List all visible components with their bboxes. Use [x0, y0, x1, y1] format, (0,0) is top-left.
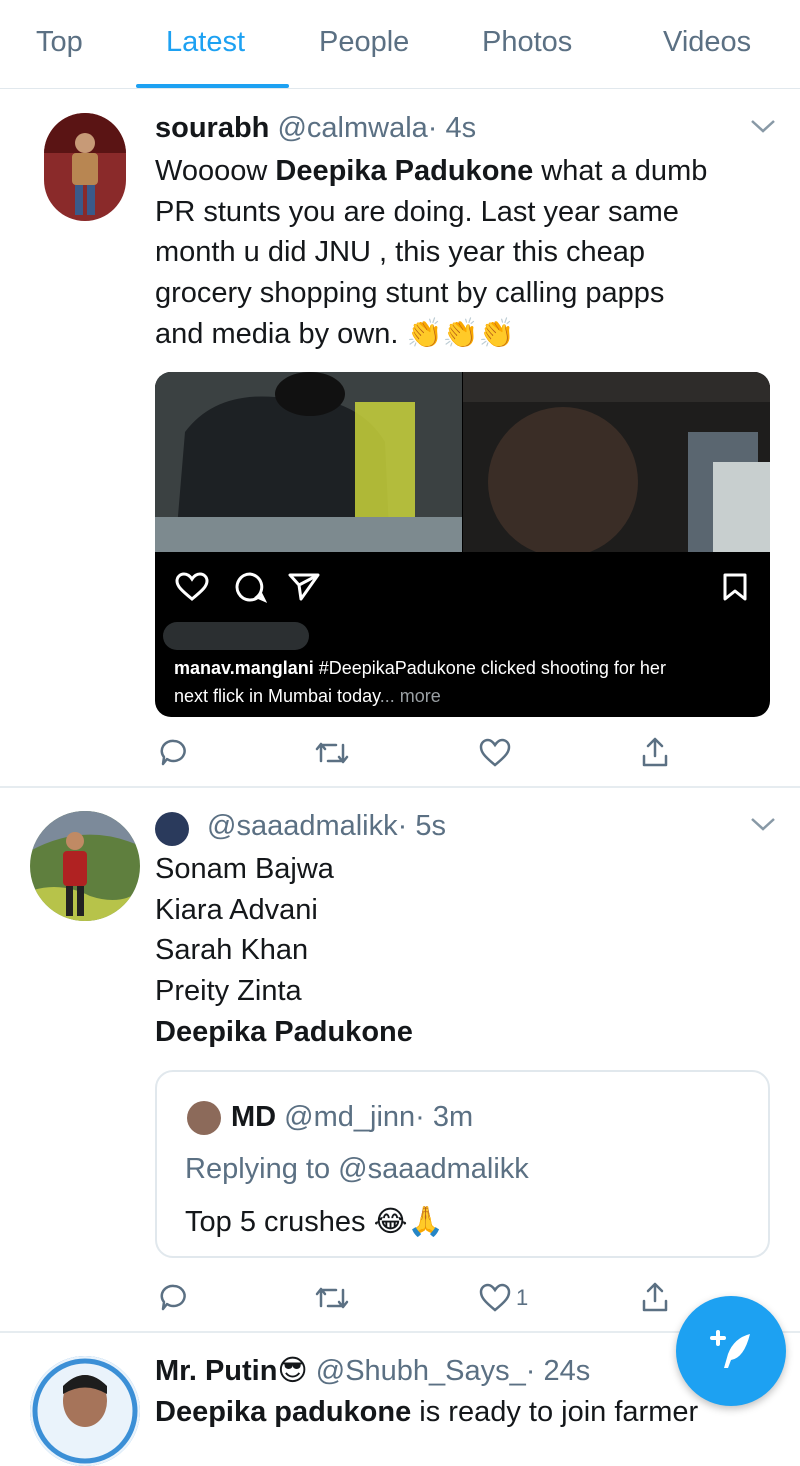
- tweet-time: · 4s: [427, 112, 477, 144]
- tab-videos[interactable]: Videos: [663, 26, 751, 59]
- embed-photo-left: [155, 372, 462, 552]
- share-icon[interactable]: [640, 1281, 670, 1313]
- tweet-divider: [0, 786, 800, 788]
- tab-top[interactable]: Top: [36, 26, 83, 59]
- tab-latest[interactable]: Latest: [166, 26, 245, 59]
- bookmark-icon[interactable]: [721, 572, 749, 602]
- like-count: 1: [516, 1285, 529, 1310]
- tweet-text-line: and media by own. 👏👏👏: [155, 318, 515, 350]
- redacted-bar: [163, 622, 309, 650]
- search-tabs: Top Latest People Photos Videos: [0, 0, 800, 89]
- quote-header: MD @md_jinn· 3m: [231, 1101, 473, 1134]
- send-icon[interactable]: [287, 572, 321, 602]
- retweet-icon[interactable]: [314, 739, 350, 767]
- author-handle[interactable]: @Shubh_Says_: [316, 1355, 526, 1387]
- tweet-text-line: month u did JNU , this year this cheap: [155, 236, 646, 268]
- chevron-down-icon[interactable]: [750, 816, 776, 832]
- chevron-down-icon[interactable]: [750, 118, 776, 134]
- tweet-time: · 3m: [415, 1101, 474, 1133]
- compose-tweet-icon: [710, 1330, 750, 1368]
- tweet-text-line: Deepika Padukone: [155, 1016, 413, 1048]
- media-embed[interactable]: manav.manglani #DeepikaPadukone clicked …: [155, 372, 770, 717]
- author-name[interactable]: Mr. Putin😎: [155, 1355, 308, 1387]
- tweet-time: · 5s: [397, 810, 446, 842]
- tweet-text-line: Kiara Advani: [155, 894, 318, 926]
- tweet-text-line: Sarah Khan: [155, 934, 309, 966]
- tweet-header: sourabh @calmwala· 4s: [155, 112, 476, 145]
- avatar: [187, 1101, 221, 1135]
- author-handle[interactable]: @calmwala: [277, 112, 427, 144]
- tweet-text-line: Deepika padukone is ready to join farmer: [155, 1396, 699, 1428]
- share-icon[interactable]: [640, 736, 670, 768]
- heart-icon[interactable]: [175, 572, 209, 602]
- tweet-header: Mr. Putin😎 @Shubh_Says_· 24s: [155, 1353, 590, 1388]
- tweet-text-line: grocery shopping stunt by calling papps: [155, 277, 665, 309]
- avatar[interactable]: [30, 1356, 140, 1466]
- reply-icon[interactable]: [159, 737, 189, 767]
- retweet-icon[interactable]: [314, 1284, 350, 1312]
- comment-icon[interactable]: [233, 571, 267, 603]
- tweet-text-line: Preity Zinta: [155, 975, 302, 1007]
- name-emoji-icon: [155, 812, 189, 846]
- quote-text: Top 5 crushes 😂🙏: [185, 1206, 444, 1238]
- avatar[interactable]: [44, 113, 126, 221]
- embed-caption-user: manav.manglani: [174, 658, 314, 678]
- heart-icon[interactable]: [479, 738, 511, 768]
- mention-highlight: Deepika Padukone: [275, 155, 534, 187]
- mention-highlight: Deepika padukone: [155, 1396, 412, 1428]
- embed-more-link: ... more: [379, 686, 441, 706]
- author-name[interactable]: sourabh: [155, 112, 269, 144]
- embed-caption: manav.manglani #DeepikaPadukone clicked …: [174, 658, 666, 678]
- author-handle[interactable]: @saaadmalikk: [207, 810, 398, 842]
- tweet-text-line: Sonam Bajwa: [155, 853, 334, 885]
- embed-photo-right: [463, 372, 770, 557]
- tweet-text-line: PR stunts you are doing. Last year same: [155, 196, 679, 228]
- tweet-header: @saaadmalikk· 5s: [155, 810, 446, 846]
- active-tab-indicator: [136, 84, 289, 88]
- compose-tweet-button[interactable]: [676, 1296, 786, 1406]
- author-name: MD: [231, 1101, 277, 1133]
- reply-icon[interactable]: [159, 1282, 189, 1312]
- tab-photos[interactable]: Photos: [482, 26, 572, 59]
- author-handle: @md_jinn: [284, 1101, 416, 1133]
- tab-people[interactable]: People: [319, 26, 409, 59]
- embed-caption-line: next flick in Mumbai today... more: [174, 686, 441, 706]
- replying-to: Replying to @saaadmalikk: [185, 1153, 529, 1185]
- tweet-time: · 24s: [525, 1355, 591, 1387]
- quoted-tweet[interactable]: MD @md_jinn· 3m Replying to @saaadmalikk…: [155, 1070, 770, 1258]
- tweet-text-line: Woooow Deepika Padukone what a dumb: [155, 155, 708, 187]
- heart-icon[interactable]: [479, 1283, 511, 1313]
- avatar[interactable]: [30, 811, 140, 921]
